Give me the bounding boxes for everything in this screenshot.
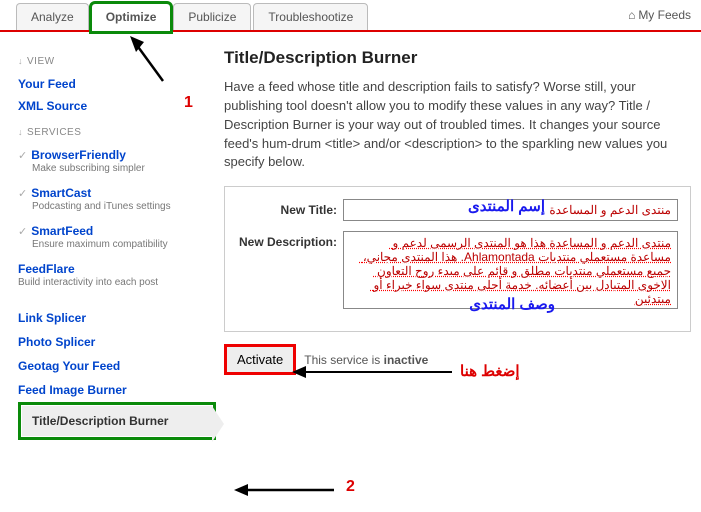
annotation-feed-name: إسم المنتدى <box>468 197 545 215</box>
sidebar-item-desc: Podcasting and iTunes settings <box>32 201 192 212</box>
sidebar: VIEW Your Feed XML Source SERVICES Brows… <box>0 32 200 436</box>
sidebar-item-smartcast[interactable]: SmartCast Podcasting and iTunes settings <box>18 182 200 220</box>
sidebar-item-browserfriendly[interactable]: BrowserFriendly Make subscribing simpler <box>18 144 200 182</box>
sidebar-item-desc: Make subscribing simpler <box>32 163 192 174</box>
new-title-label: New Title: <box>237 199 343 217</box>
check-icon <box>18 148 31 162</box>
content-area: Title/Description Burner Have a feed who… <box>200 32 701 436</box>
annotation-feed-desc: وصف المنتدى <box>469 295 555 313</box>
sidebar-title-desc-burner-active[interactable]: Title/Description Burner <box>22 406 212 436</box>
sidebar-link-splicer[interactable]: Link Splicer <box>18 306 200 330</box>
sidebar-item-label: SmartFeed <box>31 224 93 238</box>
sidebar-item-desc: Ensure maximum compatibility <box>32 239 192 250</box>
activate-button[interactable]: Activate <box>224 344 296 375</box>
sidebar-item-label: FeedFlare <box>18 262 75 276</box>
tab-optimize[interactable]: Optimize <box>91 3 172 32</box>
tab-troubleshootize[interactable]: Troubleshootize <box>253 3 368 30</box>
check-icon <box>18 224 31 238</box>
annotation-click-here: إضغط هنا <box>460 362 520 380</box>
page-title: Title/Description Burner <box>224 48 691 68</box>
sidebar-item-feedflare[interactable]: FeedFlare Build interactivity into each … <box>18 258 200 296</box>
sidebar-photo-splicer[interactable]: Photo Splicer <box>18 330 200 354</box>
sidebar-your-feed[interactable]: Your Feed <box>18 73 200 95</box>
my-feeds-link[interactable]: My Feeds <box>628 8 691 22</box>
new-desc-label: New Description: <box>237 231 343 249</box>
sidebar-geotag[interactable]: Geotag Your Feed <box>18 354 200 378</box>
annotation-number-1: 1 <box>184 94 193 112</box>
tab-publicize[interactable]: Publicize <box>173 3 251 30</box>
check-icon <box>18 186 31 200</box>
sidebar-section-services: SERVICES <box>18 127 200 138</box>
arrow-icon <box>128 36 168 86</box>
sidebar-item-label: SmartCast <box>31 186 91 200</box>
home-icon <box>628 8 638 22</box>
arrow-icon <box>234 482 334 498</box>
page-description: Have a feed whose title and description … <box>224 78 691 172</box>
settings-form: New Title: New Description: منتدى الدعم … <box>224 186 691 332</box>
sidebar-xml-source[interactable]: XML Source <box>18 95 200 117</box>
annotation-number-2: 2 <box>346 478 355 496</box>
tab-analyze[interactable]: Analyze <box>16 3 89 30</box>
sidebar-section-view: VIEW <box>18 56 200 67</box>
tab-bar: Analyze Optimize Publicize Troubleshooti… <box>0 0 701 32</box>
sidebar-item-smartfeed[interactable]: SmartFeed Ensure maximum compatibility <box>18 220 200 258</box>
sidebar-feed-image-burner[interactable]: Feed Image Burner <box>18 378 200 402</box>
arrow-icon <box>292 364 452 380</box>
sidebar-item-desc: Build interactivity into each post <box>18 277 178 288</box>
sidebar-item-label: BrowserFriendly <box>31 148 126 162</box>
